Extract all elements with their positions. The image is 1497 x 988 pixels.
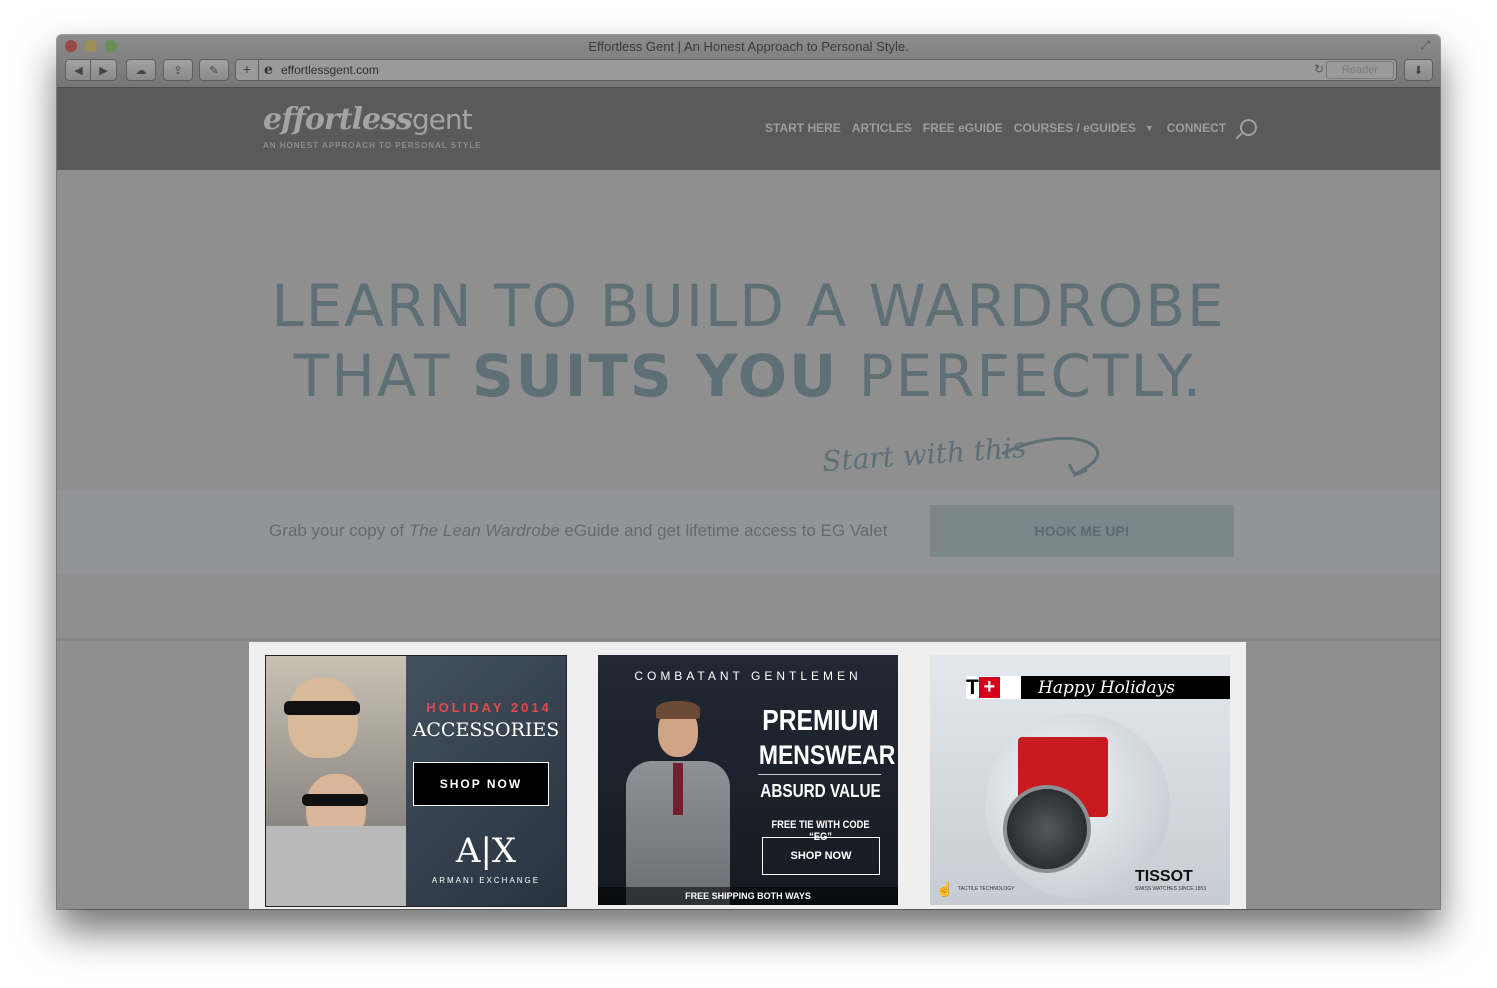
chevron-down-icon[interactable]: ▼ xyxy=(1145,123,1154,133)
search-icon[interactable] xyxy=(1240,119,1258,136)
ad-photo xyxy=(618,699,738,905)
nav-articles[interactable]: ARTICLES xyxy=(852,121,912,135)
fullscreen-icon[interactable]: ⤢ xyxy=(1420,38,1430,53)
chevron-right-icon: ▶ xyxy=(99,64,108,77)
site-header: effortlessgent AN HONEST APPROACH TO PER… xyxy=(57,88,1440,170)
ax-shop-now-button[interactable]: SHOP NOW xyxy=(413,762,549,806)
sunglasses xyxy=(284,701,360,715)
browser-window: Effortless Gent | An Honest Approach to … xyxy=(57,35,1440,909)
add-bookmark-button[interactable]: + xyxy=(236,60,259,80)
headline-bold: SUITS YOU xyxy=(471,342,839,410)
headline-post: PERFECTLY. xyxy=(838,342,1204,410)
headline-pre: THAT xyxy=(293,342,472,410)
hand-icon: ☝ xyxy=(936,881,954,897)
download-icon: ⬇ xyxy=(1413,64,1424,77)
tissot-ad[interactable]: T + Happy Holidays ☝ TACTILE TECHNOLOGY T… xyxy=(930,655,1230,905)
tissot-brand-sub: SWISS WATCHES SINCE 1853 xyxy=(1135,886,1207,892)
hero-headline-line2: THAT SUITS YOU PERFECTLY. xyxy=(57,342,1440,410)
hook-me-up-button[interactable]: HOOK ME UP! xyxy=(930,505,1234,557)
cta-text: Grab your copy of The Lean Wardrobe eGui… xyxy=(269,521,887,541)
window-title: Effortless Gent | An Honest Approach to … xyxy=(588,39,909,54)
cta-band: Grab your copy of The Lean Wardrobe eGui… xyxy=(57,490,1440,574)
hair xyxy=(656,701,700,719)
hero-section: LEARN TO BUILD A WARDROBE THAT SUITS YOU… xyxy=(57,170,1440,641)
logo-tagline: AN HONEST APPROACH TO PERSONAL STYLE xyxy=(263,141,482,150)
cg-headline-3: ABSURD VALUE xyxy=(760,781,881,801)
downloads-button[interactable]: ⬇ xyxy=(1404,59,1433,81)
ad-subhead: ACCESSORIES xyxy=(412,719,560,741)
tissot-logo-mark: T + xyxy=(966,676,1021,699)
divider xyxy=(758,774,881,775)
watch-icon xyxy=(1003,785,1091,873)
sunglasses xyxy=(302,794,368,806)
site-logo[interactable]: effortlessgent AN HONEST APPROACH TO PER… xyxy=(263,102,482,150)
ax-logo: A|X xyxy=(455,831,517,871)
cloud-icon: ☁ xyxy=(135,64,147,77)
ads-panel: HOLIDAY 2014 ACCESSORIES SHOP NOW A|X AR… xyxy=(249,642,1246,909)
cg-headline-2: MENSWEAR xyxy=(758,740,896,770)
armani-exchange-ad[interactable]: HOLIDAY 2014 ACCESSORIES SHOP NOW A|X AR… xyxy=(265,655,567,907)
hero-headline-line1: LEARN TO BUILD A WARDROBE xyxy=(271,272,1226,340)
site-favicon-icon: e xyxy=(264,62,273,78)
reader-button[interactable]: Reader xyxy=(1326,61,1394,79)
model-face xyxy=(288,678,358,758)
cta-post: eGuide and get lifetime access to EG Val… xyxy=(559,521,888,540)
sweater xyxy=(266,826,406,906)
ad-photo xyxy=(266,656,406,906)
wrench-icon: ✎ xyxy=(209,64,219,77)
main-nav: START HERE ARTICLES FREE eGUIDE COURSES … xyxy=(765,119,1258,136)
chevron-left-icon: ◀ xyxy=(74,64,83,77)
share-button[interactable]: ⇪ xyxy=(163,59,193,81)
cg-brand: COMBATANT GENTLEMEN xyxy=(634,669,862,683)
nav-connect[interactable]: CONNECT xyxy=(1167,121,1226,135)
cg-headline-1: PREMIUM xyxy=(762,705,879,737)
curved-arrow-icon xyxy=(1001,436,1100,477)
cta-guide-title: The Lean Wardrobe xyxy=(408,521,560,540)
hero-divider xyxy=(57,638,1440,641)
address-bar[interactable]: + e effortlessgent.com ↻ Reader xyxy=(235,59,1397,81)
settings-button[interactable]: ✎ xyxy=(199,59,229,81)
nav-free-eguide[interactable]: FREE eGUIDE xyxy=(923,121,1003,135)
swiss-cross-icon: + xyxy=(978,677,1000,698)
back-button[interactable]: ◀ xyxy=(65,59,92,81)
browser-toolbar: Effortless Gent | An Honest Approach to … xyxy=(57,35,1440,88)
tie xyxy=(673,763,683,815)
nav-courses-eguides[interactable]: COURSES / eGUIDES xyxy=(1014,121,1136,135)
t-letter: T xyxy=(966,676,979,699)
icloud-tabs-button[interactable]: ☁ xyxy=(126,59,156,81)
combatant-gentlemen-ad[interactable]: COMBATANT GENTLEMEN PREMIUM MENSWEAR ABS… xyxy=(598,655,898,905)
url-text[interactable]: effortlessgent.com xyxy=(281,63,379,77)
cg-shipping: FREE SHIPPING BOTH WAYS xyxy=(598,887,898,905)
tactile-text: TACTILE TECHNOLOGY xyxy=(958,886,1015,892)
logo-light-text: gent xyxy=(411,103,473,136)
ad-headline: HOLIDAY 2014 xyxy=(426,700,552,715)
nav-start-here[interactable]: START HERE xyxy=(765,121,841,135)
logo-bold-text: effortless xyxy=(263,102,413,137)
forward-button[interactable]: ▶ xyxy=(90,59,117,81)
tissot-greeting: Happy Holidays xyxy=(1038,678,1176,698)
tissot-brand: TISSOT xyxy=(1135,868,1193,885)
reload-icon[interactable]: ↻ xyxy=(1314,62,1324,76)
cg-shop-now-button[interactable]: SHOP NOW xyxy=(762,837,880,875)
cta-pre: Grab your copy of xyxy=(269,521,409,540)
share-icon: ⇪ xyxy=(173,64,183,77)
ax-logo-name: ARMANI EXCHANGE xyxy=(431,876,541,885)
